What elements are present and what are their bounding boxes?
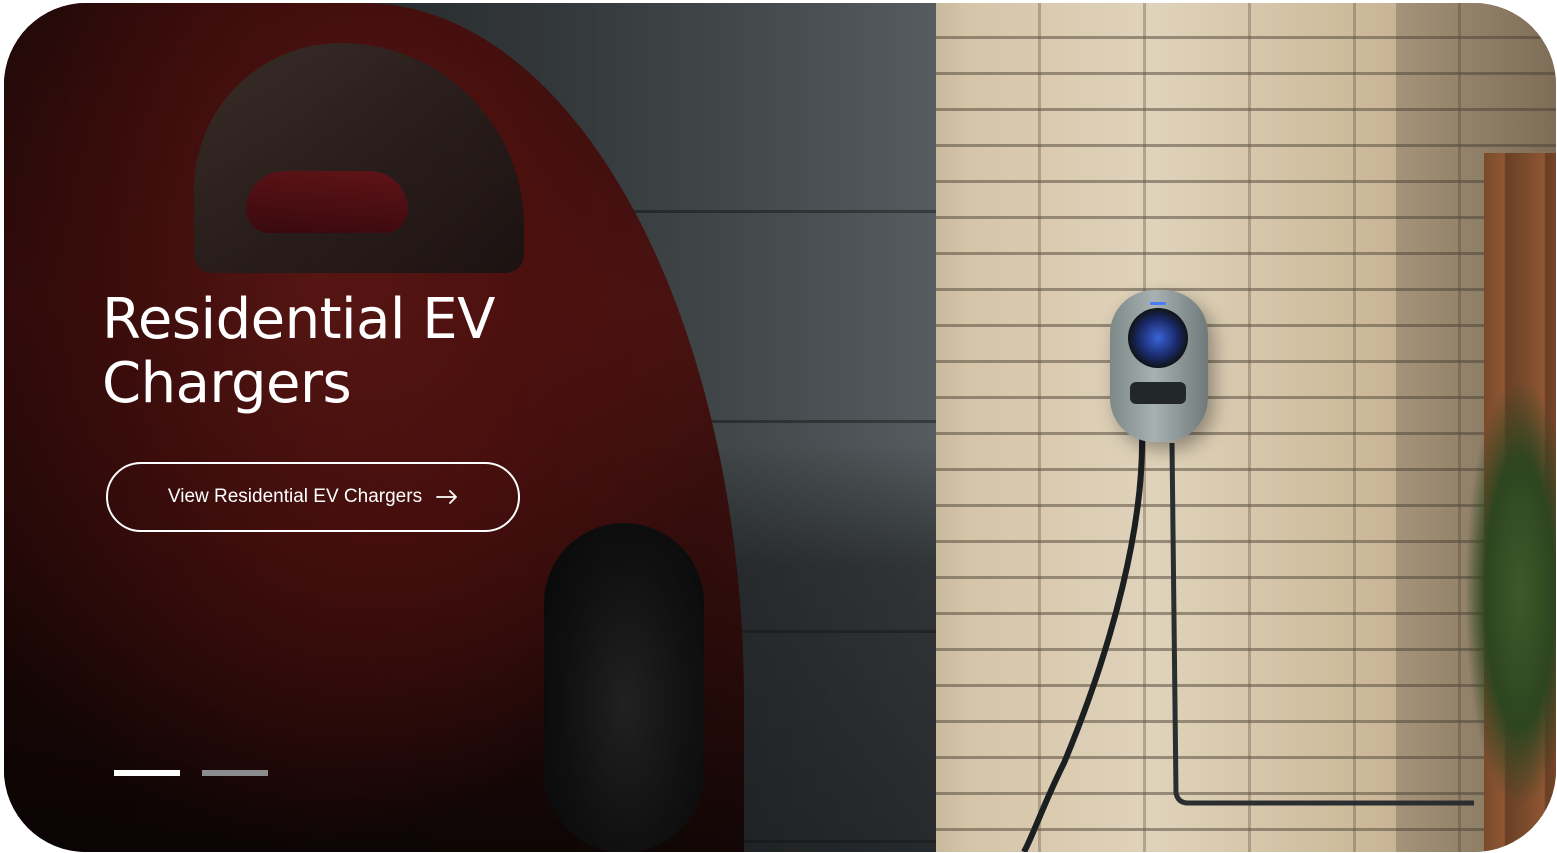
slide-indicator-1[interactable]: [114, 770, 180, 776]
headline-line-2: Chargers: [102, 351, 352, 416]
hero-banner: [4, 3, 1556, 852]
view-residential-chargers-button[interactable]: View Residential EV Chargers: [106, 462, 520, 532]
headline-line-1: Residential EV: [102, 287, 495, 352]
arrow-right-icon: [436, 490, 457, 504]
slide-indicator-2[interactable]: [202, 770, 268, 776]
hero-headline: Residential EV Chargers: [102, 288, 622, 416]
slide-indicators: [114, 770, 268, 776]
text-contrast-overlay: [4, 3, 1556, 852]
cta-label: View Residential EV Chargers: [167, 486, 423, 507]
